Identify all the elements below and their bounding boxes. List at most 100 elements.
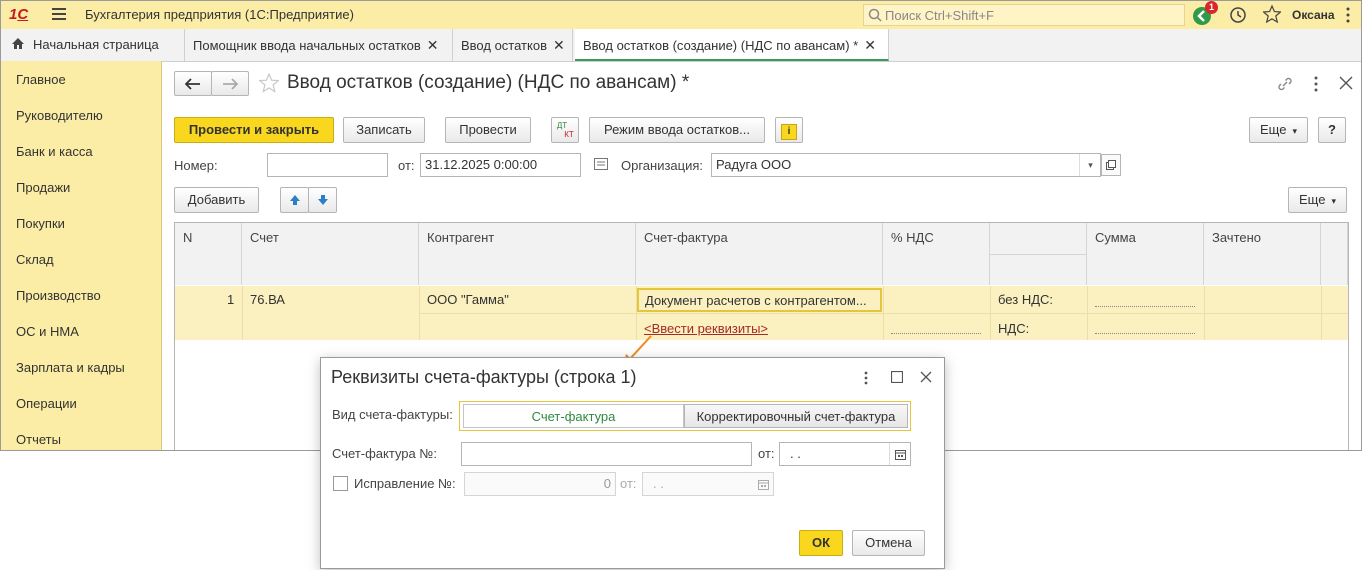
correction-label: Исправление №: <box>354 476 456 491</box>
post-button[interactable]: Провести <box>445 117 531 143</box>
document-icon[interactable] <box>594 158 608 173</box>
col-header-filler <box>1321 223 1348 285</box>
sum-vat-field[interactable] <box>1095 333 1195 334</box>
kind-option-corrective[interactable]: Корректировочный счет-фактура <box>684 404 908 428</box>
ok-button[interactable]: ОК <box>799 530 843 556</box>
sidebar-item-sales[interactable]: Продажи <box>16 180 70 195</box>
dialog-menu-icon[interactable] <box>864 371 868 388</box>
more-label: Еще <box>1299 192 1326 207</box>
home-icon <box>11 30 25 62</box>
correction-number-input[interactable]: 0 <box>464 472 616 496</box>
date-input[interactable]: 31.12.2025 0:00:00 <box>420 153 581 177</box>
more-button-2[interactable]: Еще ▾ <box>1288 187 1347 213</box>
number-input[interactable] <box>267 153 388 177</box>
menu-icon[interactable] <box>52 7 66 21</box>
help-button[interactable]: ? <box>1318 117 1346 143</box>
sidebar-item-salary[interactable]: Зарплата и кадры <box>16 360 125 375</box>
col-header-sum[interactable]: Сумма <box>1087 223 1204 285</box>
tab-balances[interactable]: Ввод остатков ✕ <box>453 29 573 61</box>
link-icon[interactable] <box>1277 76 1293 95</box>
sidebar-item-operations[interactable]: Операции <box>16 396 77 411</box>
invoice-kind-label: Вид счета-фактуры: <box>332 407 453 422</box>
more-button[interactable]: Еще ▾ <box>1249 117 1308 143</box>
sidebar-item-reports[interactable]: Отчеты <box>16 432 61 447</box>
1c-logo[interactable]: 1С <box>9 6 28 23</box>
col-header-n[interactable]: N <box>175 223 242 285</box>
maximize-icon[interactable] <box>890 370 904 386</box>
sidebar-item-bank[interactable]: Банк и касса <box>16 144 93 159</box>
add-button[interactable]: Добавить <box>174 187 259 213</box>
move-up-button[interactable] <box>280 187 309 213</box>
org-input[interactable]: Радуга ООО <box>711 153 1101 177</box>
sidebar-item-main[interactable]: Главное <box>16 72 66 87</box>
col-header-invoice[interactable]: Счет-фактура <box>636 223 883 285</box>
dialog-close-icon[interactable] <box>920 371 932 386</box>
user-menu-icon[interactable] <box>1346 6 1350 27</box>
cancel-button[interactable]: Отмена <box>852 530 925 556</box>
dialog-title: Реквизиты счета-фактуры (строка 1) <box>331 367 637 387</box>
calendar-icon[interactable] <box>752 473 774 495</box>
dt-kt-button[interactable]: ДТ КТ <box>551 117 579 143</box>
enter-details-link[interactable]: <Ввести реквизиты> <box>644 321 768 336</box>
chevron-down-icon: ▾ <box>1292 126 1297 136</box>
form-menu-icon[interactable] <box>1314 76 1318 95</box>
tab-label: Помощник ввода начальных остатков <box>193 38 421 53</box>
cell-account[interactable]: 76.ВА <box>250 292 285 307</box>
header-divider <box>990 254 1087 255</box>
number-label: Номер: <box>174 158 218 173</box>
correction-checkbox[interactable] <box>333 476 348 491</box>
history-icon[interactable] <box>1229 6 1247 27</box>
vat-label: НДС: <box>998 321 1030 336</box>
search-box[interactable]: Поиск Ctrl+Shift+F <box>863 4 1185 26</box>
table-row[interactable]: 1 76.ВА ООО "Гамма" Документ расчетов с … <box>175 286 1348 340</box>
col-header-credited[interactable]: Зачтено <box>1204 223 1321 285</box>
info-button[interactable]: i <box>775 117 803 143</box>
tab-home[interactable]: Начальная страница <box>1 29 185 61</box>
col-header-vat-pct[interactable]: % НДС <box>883 223 990 285</box>
sidebar: Главное Руководителю Банк и касса Продаж… <box>1 61 162 450</box>
sidebar-item-manager[interactable]: Руководителю <box>16 108 103 123</box>
sidebar-item-purchases[interactable]: Покупки <box>16 216 65 231</box>
save-button[interactable]: Записать <box>343 117 425 143</box>
tab-balances-create[interactable]: Ввод остатков (создание) (НДС по авансам… <box>575 29 889 61</box>
search-icon <box>868 8 882 25</box>
tab-assistant[interactable]: Помощник ввода начальных остатков ✕ <box>185 29 453 61</box>
vat-amount-field[interactable] <box>891 333 981 334</box>
user-name[interactable]: Оксана <box>1292 8 1335 22</box>
correction-number-value: 0 <box>603 476 611 491</box>
col-header-account[interactable]: Счет <box>242 223 419 285</box>
chevron-down-icon: ▾ <box>1331 196 1336 206</box>
org-open-icon[interactable] <box>1101 154 1121 176</box>
favorites-icon[interactable] <box>1261 4 1283 26</box>
close-icon[interactable]: ✕ <box>553 37 565 53</box>
date-label: от: <box>398 158 415 173</box>
favorite-star-icon[interactable] <box>258 72 280 96</box>
close-icon[interactable]: ✕ <box>864 37 876 53</box>
cell-counterparty[interactable]: ООО "Гамма" <box>427 292 509 307</box>
info-icon: i <box>781 124 797 140</box>
tab-label: Ввод остатков (создание) (НДС по авансам… <box>583 38 859 53</box>
move-down-button[interactable] <box>308 187 337 213</box>
sum-without-vat-field[interactable] <box>1095 306 1195 307</box>
form-close-icon[interactable] <box>1339 76 1353 93</box>
cell-invoice[interactable]: Документ расчетов с контрагентом... <box>637 288 882 312</box>
notification-badge: 1 <box>1205 1 1218 14</box>
without-vat-label: без НДС: <box>998 292 1054 307</box>
col-header-counterparty[interactable]: Контрагент <box>419 223 636 285</box>
tab-label: Начальная страница <box>33 37 159 52</box>
invoice-number-input[interactable] <box>461 442 752 466</box>
org-dropdown-icon[interactable]: ▾ <box>1079 154 1101 176</box>
sidebar-item-assets[interactable]: ОС и НМА <box>16 324 79 339</box>
sidebar-item-production[interactable]: Производство <box>16 288 101 303</box>
kind-option-invoice[interactable]: Счет-фактура <box>463 404 684 428</box>
balance-mode-button[interactable]: Режим ввода остатков... <box>589 117 765 143</box>
calendar-icon[interactable] <box>889 443 911 465</box>
org-label: Организация: <box>621 158 704 173</box>
forward-button[interactable] <box>211 71 249 96</box>
sidebar-item-warehouse[interactable]: Склад <box>16 252 54 267</box>
close-icon[interactable]: ✕ <box>427 37 439 53</box>
search-placeholder: Поиск Ctrl+Shift+F <box>885 8 994 23</box>
back-button[interactable] <box>174 71 212 96</box>
post-and-close-button[interactable]: Провести и закрыть <box>174 117 334 143</box>
correction-date-label: от: <box>620 476 637 491</box>
